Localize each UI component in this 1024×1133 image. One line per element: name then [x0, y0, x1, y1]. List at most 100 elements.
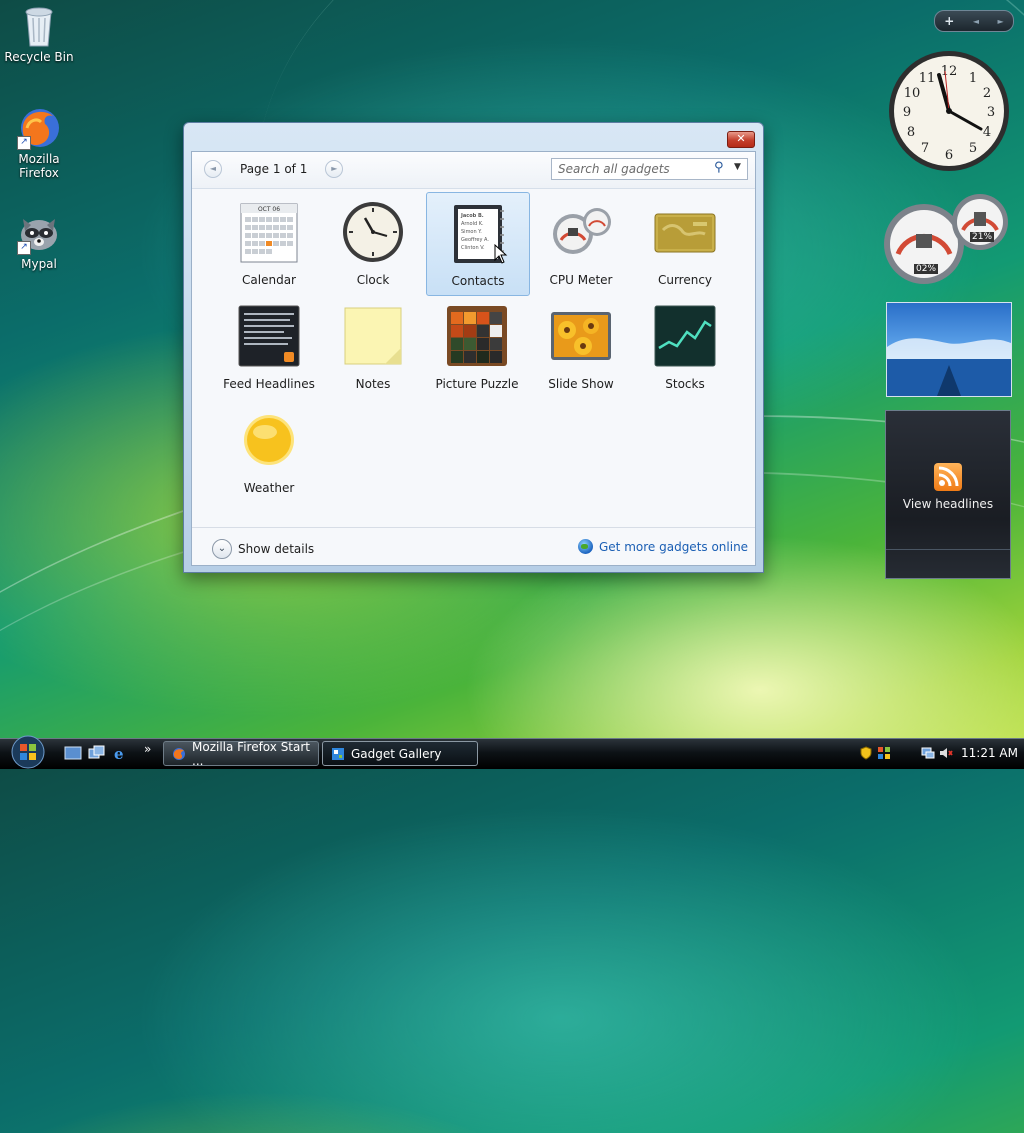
firefox-icon: ↗: [17, 106, 61, 150]
search-box[interactable]: ⚲ ▼: [551, 158, 748, 180]
svg-text:9: 9: [903, 105, 911, 120]
svg-text:e: e: [114, 745, 124, 761]
next-page-button[interactable]: ►: [325, 160, 344, 178]
sidebar-clock-gadget[interactable]: 12 1 2 3 45 6 7 8 9 10 11: [887, 49, 1011, 173]
gadget-label: Currency: [657, 273, 713, 287]
quick-launch-more-icon[interactable]: »: [144, 742, 151, 756]
desktop-icon-label: Mypal: [21, 257, 57, 271]
desktop-icon-mypal[interactable]: ↗ Mypal: [1, 211, 77, 271]
firefox-icon: [172, 747, 186, 761]
gadget-label: Picture Puzzle: [435, 377, 519, 391]
feed-divider: [886, 549, 1010, 550]
gadget-tile-contacts[interactable]: Jacob B. Arnold K. Simon Y. Geoffrey A. …: [426, 192, 530, 296]
gadget-tile-weather[interactable]: Weather: [218, 400, 320, 502]
search-options-dropdown-icon[interactable]: ▼: [734, 162, 741, 172]
mypal-raccoon-icon: ↗: [17, 211, 61, 255]
gadget-tile-calendar[interactable]: OCT 06 Calendar: [218, 192, 320, 294]
gadget-label: Feed Headlines: [223, 377, 315, 391]
gadget-label: CPU Meter: [549, 273, 613, 287]
svg-text:8: 8: [907, 125, 915, 140]
gadget-tile-feed-headlines[interactable]: Feed Headlines: [218, 296, 320, 398]
clock-icon: [341, 200, 405, 264]
gadget-label: Weather: [243, 481, 295, 495]
show-desktop-icon[interactable]: [64, 745, 82, 761]
chevron-down-icon[interactable]: ⌄: [212, 539, 232, 559]
gadget-gallery-icon: [331, 747, 345, 761]
gadget-gallery-window: ✕ ◄ Page 1 of 1 ► ⚲ ▼ OCT 06: [183, 122, 764, 573]
add-gadget-button[interactable]: +: [944, 14, 954, 28]
gallery-client-area: ◄ Page 1 of 1 ► ⚲ ▼ OCT 06: [191, 151, 756, 566]
shortcut-arrow-icon: ↗: [17, 241, 31, 255]
rss-icon: [934, 463, 962, 491]
security-shield-icon[interactable]: [859, 746, 873, 760]
contact-entry: Simon Y.: [461, 229, 482, 235]
contact-entry: Jacob B.: [460, 213, 484, 219]
svg-text:12: 12: [941, 64, 958, 79]
gadget-tile-currency[interactable]: Currency: [634, 192, 736, 294]
taskbar-item-label: Gadget Gallery: [351, 746, 442, 761]
gadget-label: Slide Show: [548, 377, 614, 391]
sidebar-feed-headlines-gadget[interactable]: View headlines: [885, 410, 1011, 579]
taskbar-item-gadget-gallery[interactable]: Gadget Gallery: [322, 741, 478, 766]
page-indicator: Page 1 of 1: [240, 162, 308, 176]
sidebar-next-button[interactable]: ►: [998, 17, 1004, 26]
taskbar-clock[interactable]: 11:21 AM: [961, 746, 1018, 760]
taskbar-item-label: Mozilla Firefox Start ...: [192, 739, 311, 768]
recycle-bin-icon: [17, 4, 61, 48]
gadget-tile-clock[interactable]: Clock: [322, 192, 424, 294]
network-icon[interactable]: [921, 746, 935, 760]
feed-headlines-icon: [237, 304, 301, 368]
gadget-tile-picture-puzzle[interactable]: Picture Puzzle: [426, 296, 528, 398]
taskbar-item-firefox[interactable]: Mozilla Firefox Start ...: [163, 739, 319, 768]
cpu-usage-value: 02%: [914, 264, 939, 274]
show-details-label: Show details: [238, 542, 315, 556]
svg-text:4: 4: [983, 125, 991, 140]
switch-windows-icon[interactable]: [88, 745, 106, 761]
contact-entry: Arnold K.: [461, 221, 484, 227]
internet-explorer-icon[interactable]: e: [112, 745, 130, 763]
gadget-tile-slide-show[interactable]: Slide Show: [530, 296, 632, 398]
gadget-label: Stocks: [665, 377, 705, 391]
close-button[interactable]: ✕: [727, 131, 755, 148]
svg-text:11: 11: [919, 71, 936, 86]
gadget-label: Contacts: [451, 274, 505, 288]
desktop-icon-label: Mozilla Firefox: [18, 152, 60, 180]
start-button[interactable]: [6, 735, 50, 769]
search-input[interactable]: [556, 161, 710, 177]
picture-puzzle-icon: [445, 304, 509, 368]
volume-muted-icon[interactable]: [939, 746, 953, 760]
gadget-label: Clock: [356, 273, 390, 287]
svg-text:7: 7: [921, 141, 929, 156]
calendar-month-label: OCT 06: [258, 206, 280, 213]
search-icon[interactable]: ⚲: [714, 160, 724, 175]
get-more-gadgets-link[interactable]: Get more gadgets online: [578, 539, 748, 554]
currency-icon: [653, 200, 717, 264]
sidebar-controls: + ◄ ►: [934, 10, 1014, 32]
previous-page-button[interactable]: ◄: [204, 160, 222, 178]
show-details-toggle[interactable]: ⌄ Show details: [212, 539, 314, 559]
svg-text:2: 2: [983, 86, 991, 101]
gadget-label: Calendar: [242, 273, 296, 287]
view-headlines-label[interactable]: View headlines: [886, 497, 1010, 511]
gallery-toolbar: ◄ Page 1 of 1 ► ⚲ ▼: [192, 152, 755, 189]
gadget-tile-stocks[interactable]: Stocks: [634, 296, 736, 398]
globe-icon: [578, 539, 593, 554]
svg-text:1: 1: [969, 71, 977, 86]
windows-update-icon[interactable]: [877, 746, 891, 760]
contact-entry: Geoffrey A.: [461, 237, 489, 243]
gadget-label: Notes: [355, 377, 391, 391]
calendar-icon: OCT 06: [237, 200, 301, 264]
weather-sun-icon: [237, 408, 301, 472]
notes-icon: [341, 304, 405, 368]
shortcut-arrow-icon: ↗: [17, 136, 31, 150]
get-more-gadgets-label: Get more gadgets online: [599, 539, 749, 554]
desktop-icon-firefox[interactable]: ↗ Mozilla Firefox: [1, 106, 77, 180]
stocks-icon: [653, 304, 717, 368]
gadget-tile-notes[interactable]: Notes: [322, 296, 424, 398]
sidebar-prev-button[interactable]: ◄: [973, 17, 979, 26]
sidebar-slide-show-gadget[interactable]: [886, 302, 1012, 397]
svg-text:6: 6: [945, 148, 953, 163]
desktop-icon-recycle-bin[interactable]: Recycle Bin: [1, 4, 77, 64]
gadget-tile-cpu-meter[interactable]: CPU Meter: [530, 192, 632, 294]
sidebar-cpu-meter-gadget[interactable]: 02% 21%: [884, 190, 1010, 286]
